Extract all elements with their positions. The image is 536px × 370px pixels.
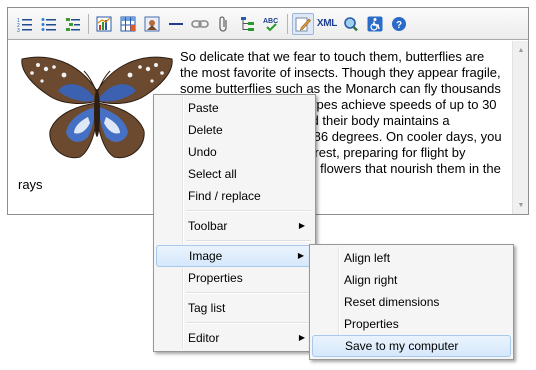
- menu-item-reset-dimensions[interactable]: Reset dimensions: [312, 291, 511, 313]
- accessibility-icon[interactable]: [364, 13, 386, 35]
- insert-table-icon[interactable]: [117, 13, 139, 35]
- insert-image-icon[interactable]: [141, 13, 163, 35]
- context-menu: Paste Delete Undo Select all Find / repl…: [153, 94, 316, 352]
- insert-chart-icon[interactable]: [93, 13, 115, 35]
- menu-item-label: Reset dimensions: [344, 295, 440, 309]
- horizontal-rule-icon[interactable]: [165, 13, 187, 35]
- link-icon[interactable]: [189, 13, 211, 35]
- menu-item-label: Align right: [344, 273, 398, 287]
- edit-pencil-icon[interactable]: [292, 12, 314, 35]
- tree-icon[interactable]: [237, 13, 259, 35]
- scroll-up-icon[interactable]: ▲: [513, 43, 529, 57]
- menu-item-label: Select all: [188, 167, 237, 181]
- submenu-arrow-icon: ▶: [297, 251, 304, 260]
- toolbar-separator: [88, 13, 89, 34]
- menu-item-image[interactable]: Image ▶: [156, 245, 313, 267]
- svg-text:?: ?: [396, 20, 402, 31]
- menu-separator: [186, 237, 313, 245]
- submenu-arrow-icon: ▶: [298, 221, 305, 230]
- menu-item-find-replace[interactable]: Find / replace: [156, 185, 313, 207]
- bulleted-list-icon[interactable]: [38, 13, 60, 35]
- image-submenu: Align left Align right Reset dimensions …: [309, 244, 514, 360]
- menu-item-label: Toolbar: [188, 219, 228, 233]
- menu-item-label: Properties: [344, 317, 399, 331]
- menu-item-undo[interactable]: Undo: [156, 141, 313, 163]
- menu-item-editor[interactable]: Editor ▶: [156, 327, 313, 349]
- menu-item-label: Find / replace: [188, 189, 261, 203]
- menu-item-save-to-computer[interactable]: Save to my computer: [312, 335, 511, 357]
- scroll-down-icon[interactable]: ▼: [513, 198, 529, 212]
- menu-item-tag-list[interactable]: Tag list: [156, 297, 313, 319]
- menu-item-label: Align left: [344, 251, 391, 265]
- attachment-icon[interactable]: [213, 13, 235, 35]
- menu-item-toolbar[interactable]: Toolbar ▶: [156, 215, 313, 237]
- submenu-arrow-icon: ▶: [298, 333, 305, 342]
- xml-label: XML: [316, 18, 338, 29]
- menu-item-delete[interactable]: Delete: [156, 119, 313, 141]
- menu-item-label: Tag list: [188, 301, 226, 315]
- menu-item-select-all[interactable]: Select all: [156, 163, 313, 185]
- menu-item-label: Image: [189, 249, 223, 263]
- menu-item-label: Undo: [188, 145, 217, 159]
- help-icon[interactable]: ?: [388, 13, 410, 35]
- outdent-list-icon[interactable]: [62, 13, 84, 35]
- menu-separator: [186, 289, 313, 297]
- zoom-icon[interactable]: [340, 13, 362, 35]
- numbered-list-icon[interactable]: 123: [14, 13, 36, 35]
- menu-item-align-left[interactable]: Align left: [312, 247, 511, 269]
- xml-icon[interactable]: XML: [316, 13, 338, 35]
- menu-item-label: Editor: [188, 331, 220, 345]
- menu-item-label: Paste: [188, 101, 219, 115]
- menu-item-label: Save to my computer: [345, 339, 459, 353]
- text-line: the most favorite of insects. Though the…: [180, 65, 501, 80]
- menu-item-properties[interactable]: Properties: [156, 267, 313, 289]
- spellcheck-icon[interactable]: ABC: [261, 13, 283, 35]
- menu-item-paste[interactable]: Paste: [156, 97, 313, 119]
- toolbar-separator: [287, 13, 288, 34]
- menu-item-label: Properties: [188, 271, 243, 285]
- menu-item-image-properties[interactable]: Properties: [312, 313, 511, 335]
- menu-item-align-right[interactable]: Align right: [312, 269, 511, 291]
- menu-separator: [186, 319, 313, 327]
- vertical-scrollbar[interactable]: ▲ ▼: [512, 41, 528, 214]
- svg-text:3: 3: [17, 28, 20, 32]
- editor-toolbar: 123 ABC XML ?: [8, 8, 528, 40]
- menu-item-label: Delete: [188, 123, 223, 137]
- menu-separator: [186, 207, 313, 215]
- text-line: So delicate that we fear to touch them, …: [180, 49, 485, 64]
